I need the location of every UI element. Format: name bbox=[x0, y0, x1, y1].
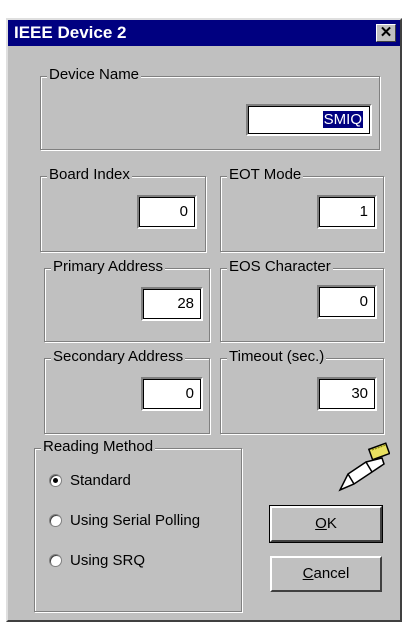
eos-character-label: EOS Character bbox=[227, 258, 333, 275]
timeout-group: Timeout (sec.) 30 bbox=[220, 348, 384, 434]
radio-button[interactable] bbox=[49, 553, 62, 567]
secondary-address-group: Secondary Address 0 bbox=[44, 348, 210, 434]
ok-mnemonic: O bbox=[315, 515, 327, 532]
window-title: IEEE Device 2 bbox=[14, 23, 127, 42]
cancel-label: ancel bbox=[313, 565, 350, 582]
radio-button[interactable] bbox=[49, 513, 62, 527]
board-index-field[interactable]: 0 bbox=[137, 195, 197, 229]
close-icon: ✕ bbox=[379, 24, 393, 41]
reading-method-label: Reading Method bbox=[41, 438, 156, 455]
close-button[interactable]: ✕ bbox=[376, 24, 396, 42]
radio-srq[interactable]: Using SRQ bbox=[49, 549, 145, 571]
timeout-label: Timeout (sec.) bbox=[227, 348, 327, 365]
eot-mode-label: EOT Mode bbox=[227, 166, 304, 183]
radio-serial-polling[interactable]: Using Serial Polling bbox=[49, 509, 200, 531]
primary-address-label: Primary Address bbox=[51, 258, 166, 275]
ok-button[interactable]: OK bbox=[269, 505, 383, 543]
eot-mode-group: EOT Mode 1 bbox=[220, 166, 384, 252]
radio-standard[interactable]: Standard bbox=[49, 469, 131, 491]
ieee-device-dialog: IEEE Device 2 ✕ Device Name SMIQ Board I… bbox=[6, 18, 402, 622]
radio-standard-label: Standard bbox=[70, 471, 131, 489]
eot-mode-field[interactable]: 1 bbox=[317, 195, 377, 229]
gpib-connector-icon bbox=[338, 442, 390, 492]
radio-srq-label: Using SRQ bbox=[70, 551, 146, 569]
secondary-address-label: Secondary Address bbox=[51, 348, 186, 365]
radio-button-checked[interactable] bbox=[49, 473, 62, 487]
secondary-address-field[interactable]: 0 bbox=[141, 377, 203, 411]
timeout-field[interactable]: 30 bbox=[317, 377, 377, 411]
cancel-mnemonic: C bbox=[302, 565, 314, 582]
eos-character-field[interactable]: 0 bbox=[317, 285, 377, 319]
device-name-field[interactable]: SMIQ bbox=[246, 104, 372, 136]
board-index-group: Board Index 0 bbox=[40, 166, 206, 252]
primary-address-field[interactable]: 28 bbox=[141, 287, 203, 321]
radio-serial-polling-label: Using Serial Polling bbox=[70, 511, 201, 529]
device-name-value: SMIQ bbox=[322, 111, 363, 128]
ok-label: K bbox=[326, 515, 337, 532]
cancel-button[interactable]: Cancel bbox=[270, 556, 382, 592]
reading-method-group: Reading Method Standard Using Serial Pol… bbox=[34, 438, 242, 612]
primary-address-group: Primary Address 28 bbox=[44, 258, 210, 342]
eos-character-group: EOS Character 0 bbox=[220, 258, 384, 342]
board-index-label: Board Index bbox=[47, 166, 132, 183]
device-name-label: Device Name bbox=[47, 66, 142, 83]
title-bar[interactable]: IEEE Device 2 ✕ bbox=[8, 20, 400, 46]
device-name-group: Device Name SMIQ bbox=[40, 66, 380, 150]
